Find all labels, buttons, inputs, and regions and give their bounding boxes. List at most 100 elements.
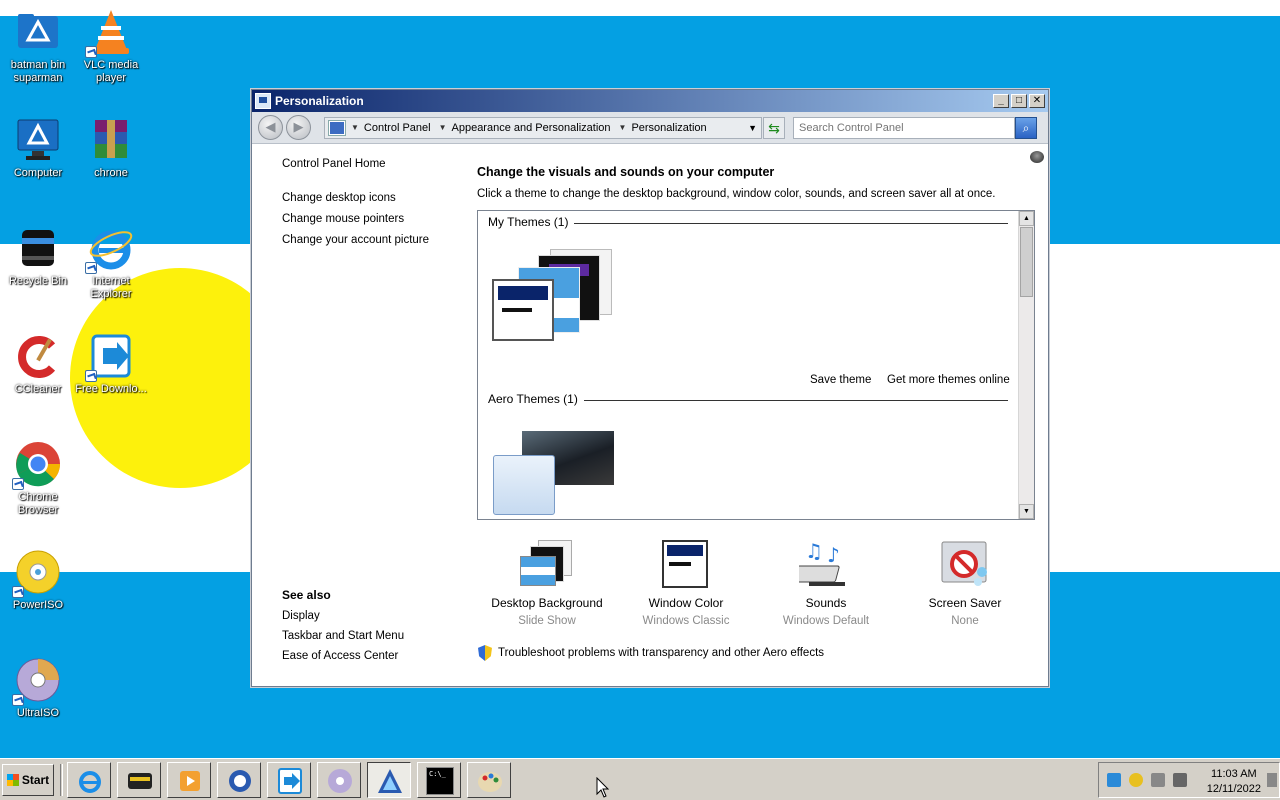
task-value: Slide Show [518, 615, 576, 627]
chevron-right-icon[interactable]: ▼ [619, 123, 627, 132]
security-icon[interactable] [1129, 773, 1143, 787]
minimize-button[interactable]: _ [993, 94, 1009, 108]
themes-scrollbar[interactable]: ▲ ▼ [1018, 211, 1034, 519]
window-color-icon [659, 538, 713, 592]
folder-icon [14, 8, 62, 56]
desktop-icon-vlc[interactable]: VLC media player [73, 8, 149, 85]
desktop-icon-batman-folder[interactable]: batman bin suparman [0, 8, 76, 85]
forward-arrow-icon[interactable]: ▶ [286, 115, 311, 140]
media-player-icon [180, 770, 200, 791]
taskbar-media-player[interactable] [167, 761, 211, 798]
desktop-icon-chrome[interactable]: Chrome Browser [0, 440, 76, 517]
taskbar-disc[interactable] [317, 761, 361, 798]
window-title: Personalization [275, 94, 364, 108]
taskbar-separator [60, 763, 63, 796]
control-panel-icon [328, 119, 346, 136]
vlc-cone-icon [85, 8, 135, 58]
task-title: Window Color [648, 596, 724, 610]
sounds-button[interactable]: ♫ ♪ Sounds Windows Default [756, 538, 896, 627]
change-account-picture-link[interactable]: Change your account picture [282, 234, 462, 246]
desktop-icon-ultraiso[interactable]: UltraISO [0, 656, 76, 720]
troubleshoot-link[interactable]: Troubleshoot problems with transparency … [478, 645, 824, 661]
taskbar-start-menu-link[interactable]: Taskbar and Start Menu [282, 630, 404, 642]
maximize-button[interactable]: □ [1011, 94, 1027, 108]
breadcrumb-control-panel[interactable]: Control Panel [364, 122, 431, 134]
windows-flag-icon [6, 773, 19, 786]
clock[interactable]: 11:03 AM 12/11/2022 [1207, 767, 1261, 797]
paint-icon [478, 771, 502, 792]
content-area: Control Panel Home Change desktop icons … [252, 145, 1048, 686]
ease-of-access-link[interactable]: Ease of Access Center [282, 650, 404, 662]
troubleshoot-text: Troubleshoot problems with transparency … [498, 647, 825, 659]
task-value: None [951, 615, 979, 627]
search-icon[interactable]: ⌕ [1015, 116, 1037, 139]
taskbar-free-download-manager[interactable] [267, 761, 311, 798]
desktop-icon-chrone[interactable]: chrone [73, 116, 149, 180]
volume-icon[interactable] [1173, 773, 1187, 787]
internet-explorer-icon [85, 224, 135, 274]
page-title: Change the visuals and sounds on your co… [477, 165, 775, 179]
aero-themes-group-label: Aero Themes (1) [488, 392, 584, 406]
scroll-down-icon[interactable]: ▼ [1019, 504, 1034, 519]
taskbar-media-center[interactable] [117, 761, 161, 798]
sounds-music-icon: ♫ ♪ [793, 538, 853, 592]
desktop-icon-free-download-manager[interactable]: Free Downlo... [73, 332, 149, 396]
taskbar-paint[interactable] [467, 761, 511, 798]
window-color-button[interactable]: Window Color Windows Classic [616, 538, 756, 627]
desktop-icon-ccleaner[interactable]: CCleaner [0, 332, 76, 396]
change-desktop-icons-link[interactable]: Change desktop icons [282, 192, 462, 204]
group-divider [568, 223, 1008, 224]
address-bar[interactable]: ▼ Control Panel ▼ Appearance and Persona… [324, 116, 762, 139]
taskbar-personalization[interactable] [367, 761, 411, 798]
group-divider [580, 400, 1008, 401]
change-mouse-pointers-link[interactable]: Change mouse pointers [282, 213, 462, 225]
disc-icon [328, 768, 352, 793]
screen-saver-button[interactable]: Screen Saver None [895, 538, 1035, 627]
uac-shield-icon [478, 645, 492, 661]
close-button[interactable]: ✕ [1029, 94, 1045, 108]
scroll-thumb[interactable] [1020, 227, 1033, 297]
display-link[interactable]: Display [282, 610, 404, 622]
breadcrumb-personalization[interactable]: Personalization [631, 122, 706, 134]
show-desktop-button[interactable] [1267, 773, 1277, 787]
desktop-background-button[interactable]: Desktop Background Slide Show [477, 538, 617, 627]
media-center-icon [128, 772, 152, 789]
window-titlebar[interactable]: Personalization _ □ ✕ [252, 90, 1048, 112]
save-theme-link[interactable]: Save theme [810, 374, 871, 386]
help-icon[interactable] [1030, 151, 1044, 163]
network-icon[interactable] [1107, 773, 1121, 787]
app-ring-icon [229, 769, 251, 792]
theme-thumbnail-aero[interactable] [492, 431, 617, 519]
clock-date: 12/11/2022 [1206, 783, 1261, 795]
start-button[interactable]: Start [2, 763, 54, 796]
desktop-icon-poweriso[interactable]: PowerISO [0, 548, 76, 612]
breadcrumb-appearance[interactable]: Appearance and Personalization [452, 122, 611, 134]
desktop-icon-internet-explorer[interactable]: Internet Explorer [73, 224, 149, 301]
winrar-archive-icon [87, 116, 135, 164]
personalization-icon [378, 768, 402, 793]
theme-thumbnail-my-theme[interactable] [492, 247, 617, 342]
device-icon[interactable] [1151, 773, 1165, 787]
get-more-themes-link[interactable]: Get more themes online [887, 374, 1010, 386]
scroll-up-icon[interactable]: ▲ [1019, 211, 1034, 226]
address-dropdown-icon[interactable]: ▼ [748, 123, 757, 133]
refresh-icon[interactable]: ⇆ [763, 116, 785, 139]
task-title: Sounds [805, 596, 847, 610]
personalization-tasks: Desktop Background Slide Show Window Col… [477, 538, 1037, 638]
back-arrow-icon[interactable]: ◀ [258, 115, 283, 140]
my-themes-group-label: My Themes (1) [488, 215, 575, 229]
taskbar-internet-explorer[interactable] [67, 761, 111, 798]
desktop-icon-recycle-bin[interactable]: Recycle Bin [0, 224, 76, 288]
chevron-right-icon[interactable]: ▼ [439, 123, 447, 132]
control-panel-home-link[interactable]: Control Panel Home [282, 158, 462, 170]
internet-explorer-icon [79, 770, 101, 793]
poweriso-disc-icon [12, 548, 62, 598]
chevron-right-icon[interactable]: ▼ [351, 123, 359, 132]
themes-list: My Themes (1) Save theme Get more themes… [477, 210, 1035, 520]
command-prompt-icon: C:\_ [426, 766, 454, 795]
taskbar-command-prompt[interactable]: C:\_ [417, 761, 461, 798]
search-input[interactable] [793, 116, 1015, 139]
taskbar-app-ring[interactable] [217, 761, 261, 798]
left-pane: Control Panel Home Change desktop icons … [282, 158, 462, 255]
desktop-icon-computer[interactable]: Computer [0, 116, 76, 180]
